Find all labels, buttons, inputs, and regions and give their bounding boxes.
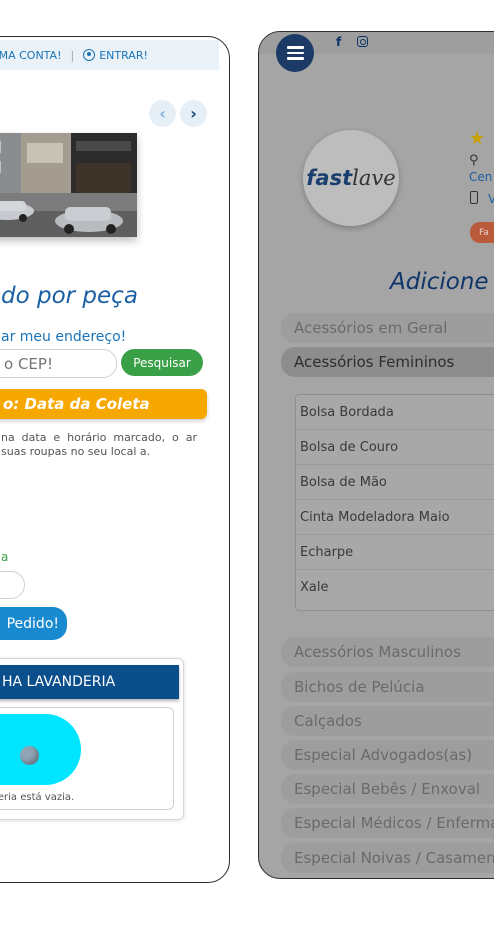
laundry-item-icon [20,746,39,765]
account-topbar: RIAR UMA CONTA! | ENTRAR! [0,40,219,70]
subcategory-item[interactable]: Xale [296,570,494,605]
store-logo: fastlave [303,130,399,226]
logo-part-lave: lave [352,166,396,190]
page-title: do por peça [1,283,138,309]
collection-description: na data e horário marcado, o ar suas rou… [1,431,197,458]
star-icon: ★ [469,128,486,149]
logo-part-fast: fast [306,166,353,190]
add-items-title: Adicione d [390,269,494,295]
green-label: a [1,550,9,564]
laundry-bubble [0,714,81,785]
category-shoes[interactable]: Calçados [281,706,494,736]
subcategory-item[interactable]: Echarpe [296,535,494,570]
collection-date-banner: o: Data da Coleta [0,389,207,419]
category-special-brides[interactable]: Especial Noivas / Casamento [281,843,494,873]
create-account-link[interactable]: RIAR UMA CONTA! [0,49,61,62]
subcategory-item[interactable]: Cinta Modeladora Maio [296,500,494,535]
subcategory-item[interactable]: Bolsa de Couro [296,430,494,465]
logo-text: fastlave [306,166,395,190]
laundry-panel: HA LAVANDERIA avanderia está vazia. [0,658,184,820]
store-city[interactable]: Cen [469,170,492,184]
status-badge: Fa [470,222,494,243]
carousel-controls: ‹ › [149,100,207,127]
category-accessories-female[interactable]: Acessórios Femininos [281,347,494,377]
location-pin-icon: ⚲ [469,153,479,168]
category-special-babies[interactable]: Especial Bebês / Enxoval [281,774,494,804]
facebook-icon[interactable]: f [336,35,341,49]
login-link[interactable]: ENTRAR! [83,49,148,62]
login-label: ENTRAR! [99,48,148,62]
small-input-field[interactable] [0,571,25,599]
subcategory-list: Bolsa Bordada Bolsa de Couro Bolsa de Mã… [295,394,494,611]
place-order-button[interactable]: Pedido! [0,607,67,640]
phone-link[interactable]: V [488,192,494,206]
category-accessories-general[interactable]: Acessórios em Geral [281,313,494,343]
storefront-image [0,133,137,237]
cep-input[interactable] [0,349,117,378]
use-my-address-link[interactable]: ar meu endereço! [1,329,126,345]
left-phone-screen: RIAR UMA CONTA! | ENTRAR! ‹ › [0,36,230,883]
category-special-lawyers[interactable]: Especial Advogados(as) [281,740,494,770]
laundry-empty-message: avanderia está vazia. [0,792,75,803]
laundry-panel-title: HA LAVANDERIA [0,665,179,699]
mobile-phone-icon [470,191,478,204]
user-icon [83,49,96,61]
search-button[interactable]: Pesquisar [121,349,203,376]
stage: RIAR UMA CONTA! | ENTRAR! ‹ › [0,0,494,927]
storefront-photo [0,133,137,237]
chevron-right-icon[interactable]: › [180,100,207,127]
topbar-separator: | [70,48,75,62]
category-plush-toys[interactable]: Bichos de Pelúcia [281,672,494,702]
right-phone-screen: f fastlave ★ ⚲ Cen V Fa Adicione d Acess… [258,31,494,879]
chevron-left-icon[interactable]: ‹ [149,100,176,127]
category-accessories-male[interactable]: Acessórios Masculinos [281,637,494,667]
category-special-doctors[interactable]: Especial Médicos / Enfermag [281,808,494,838]
laundry-content: avanderia está vazia. [0,707,174,810]
subcategory-item[interactable]: Bolsa de Mão [296,465,494,500]
subcategory-item[interactable]: Bolsa Bordada [296,395,494,430]
instagram-icon[interactable] [357,36,368,47]
hamburger-menu-icon[interactable] [276,34,314,72]
